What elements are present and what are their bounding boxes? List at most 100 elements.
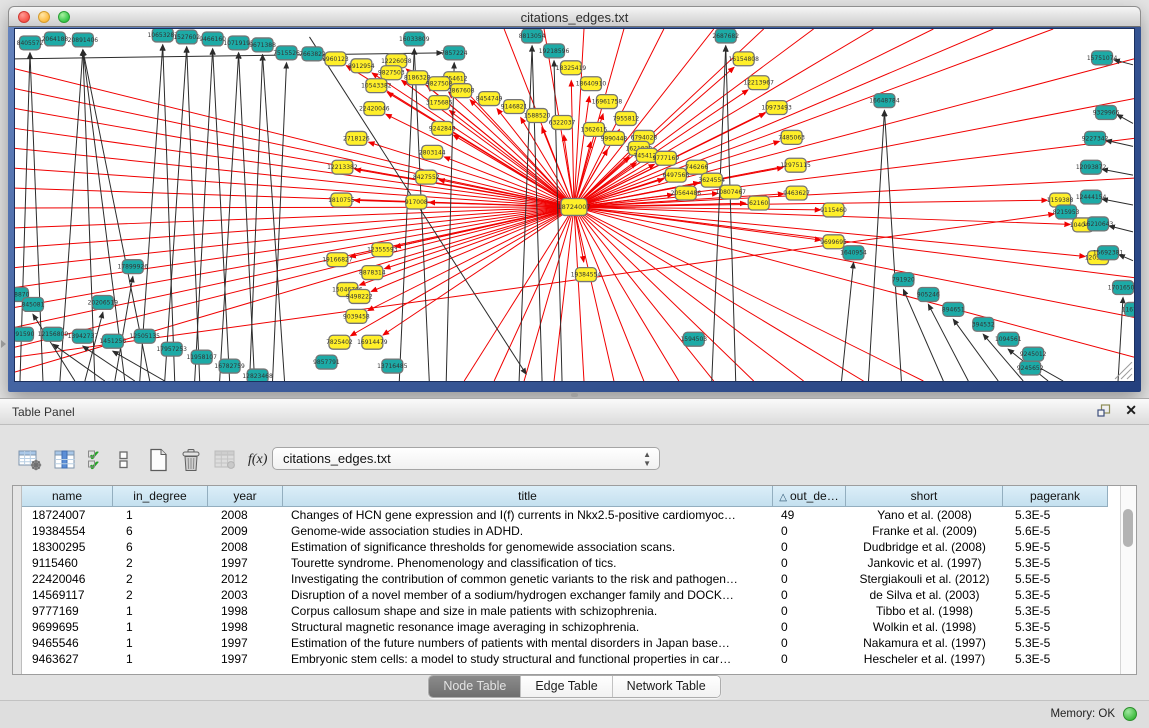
svg-text:7663822: 7663822 [299,51,326,58]
splitter-handle[interactable] [571,393,578,397]
cell-in_degree: 6 [113,523,208,539]
function-builder-icon[interactable]: f(x) [248,447,267,473]
dropdown-arrows-icon: ▲▼ [643,450,651,468]
svg-text:12213967: 12213967 [743,80,774,87]
cell-short: Yano et al. (2008) [846,507,1003,523]
svg-text:1810755: 1810755 [328,197,355,204]
cell-title: Structural magnetic resonance image aver… [283,619,773,635]
svg-text:15751074: 15751074 [1087,55,1118,62]
svg-text:1167533: 1167533 [1122,306,1134,313]
status-bar: Memory: OK [0,700,1149,728]
svg-text:9699695: 9699695 [820,239,847,246]
cell-title: Investigating the contribution of common… [283,571,773,587]
node-table: namein_degreeyeartitle△out_de…shortpager… [12,485,1137,675]
svg-text:8427552: 8427552 [413,174,440,181]
svg-text:19218596: 19218596 [539,48,570,55]
column-header-pagerank[interactable]: pagerank [1003,486,1108,507]
svg-text:9039458: 9039458 [343,313,370,320]
table-row[interactable]: 1872400712008Changes of HCN gene express… [22,507,1108,523]
memory-status-indicator-icon[interactable] [1123,707,1137,721]
svg-text:10543382: 10543382 [361,83,392,90]
svg-text:17957253: 17957253 [156,346,187,353]
table-selector-dropdown[interactable]: citations_edges.txt ▲▼ [272,447,660,470]
table-row[interactable]: 946362711997Embryonic stem cells: a mode… [22,651,1108,667]
canvas-resize-grip [1127,374,1132,379]
table-body: 1872400712008Changes of HCN gene express… [22,507,1108,667]
tab-network-table[interactable]: Network Table [613,676,720,697]
svg-text:3624554: 3624554 [698,177,725,184]
svg-text:2803144: 2803144 [419,149,446,156]
cell-out_de: 0 [773,635,846,651]
window-title: citations_edges.txt [9,10,1140,25]
cell-name: 18724007 [22,507,113,523]
cell-short: Tibbo et al. (1998) [846,603,1003,619]
network-graph-canvas[interactable]: 9960123891295412226058982750381863281754… [14,28,1135,382]
table-row[interactable]: 969969511998Structural magnetic resonanc… [22,619,1108,635]
cell-out_de: 0 [773,571,846,587]
svg-text:9245012: 9245012 [1020,351,1047,358]
table-header-row: namein_degreeyeartitle△out_de…shortpager… [22,486,1108,507]
svg-text:12093872: 12093872 [1076,164,1107,171]
cell-name: 9699695 [22,619,113,635]
table-row[interactable]: 1938455462009Genome-wide association stu… [22,523,1108,539]
cell-year: 1998 [208,619,283,635]
column-header-year[interactable]: year [208,486,283,507]
cell-year: 2012 [208,571,283,587]
column-header-in_degree[interactable]: in_degree [113,486,208,507]
cell-pagerank: 5.6E-5 [1003,523,1108,539]
table-row[interactable]: 911546021997Tourette syndrome. Phenomeno… [22,555,1108,571]
cell-out_de: 0 [773,587,846,603]
svg-text:12355593: 12355593 [367,247,398,254]
table-row[interactable]: 1456911722003Disruption of a novel membe… [22,587,1108,603]
svg-text:17016504: 17016504 [1108,285,1134,292]
cell-pagerank: 5.9E-5 [1003,539,1108,555]
svg-text:17899926: 17899926 [118,264,149,271]
select-columns-icon[interactable] [54,447,76,473]
row-height-icon[interactable] [118,447,130,473]
cell-name: 14569117 [22,587,113,603]
svg-text:12156809: 12156809 [38,331,69,338]
match-rows-icon[interactable]: ✔ ✔ [88,447,106,473]
scrollbar-thumb[interactable] [1123,509,1133,547]
svg-text:20206519: 20206519 [88,299,119,306]
cell-title: Disruption of a novel member of a sodium… [283,587,773,603]
svg-text:10973493: 10973493 [761,105,792,112]
window-titlebar[interactable]: citations_edges.txt [8,6,1141,27]
cell-year: 1997 [208,651,283,667]
svg-text:16782759: 16782759 [214,363,245,370]
cell-short: Dudbridge et al. (2008) [846,539,1003,555]
close-icon[interactable]: ✕ [1125,402,1137,419]
table-settings-icon[interactable] [18,447,42,473]
cell-short: Franke et al. (2009) [846,523,1003,539]
svg-text:20564486: 20564486 [671,190,702,197]
new-table-icon[interactable] [148,447,168,473]
tab-edge-table[interactable]: Edge Table [521,676,612,697]
table-row[interactable]: 946554611997Estimation of the future num… [22,635,1108,651]
column-header-out_de[interactable]: △out_de… [773,486,846,507]
column-header-short[interactable]: short [846,486,1003,507]
svg-text:746266: 746266 [685,164,708,171]
cell-year: 1997 [208,635,283,651]
svg-text:8405572: 8405572 [17,40,44,47]
table-row[interactable]: 977716911998Corpus callosum shape and si… [22,603,1108,619]
svg-text:16210643: 16210643 [1083,221,1114,228]
delete-table-icon[interactable] [180,447,202,473]
cell-pagerank: 5.3E-5 [1003,603,1108,619]
svg-text:7955812: 7955812 [613,115,640,122]
float-window-icon[interactable] [1097,404,1111,422]
svg-text:917008: 917008 [405,199,428,206]
cell-out_de: 49 [773,507,846,523]
delete-columns-icon[interactable] [214,447,236,473]
column-header-name[interactable]: name [22,486,113,507]
collapsed-panel-arrow-icon[interactable] [1,340,6,348]
tab-node-table[interactable]: Node Table [429,676,521,697]
table-panel: Table Panel ✕ [0,398,1149,701]
table-row-gutter [13,486,22,674]
column-header-title[interactable]: title [283,486,773,507]
table-row[interactable]: 2242004622012Investigating the contribut… [22,571,1108,587]
table-row[interactable]: 1830029562008Estimation of significance … [22,539,1108,555]
svg-text:13942737: 13942737 [68,333,99,340]
table-vertical-scrollbar[interactable] [1120,486,1136,674]
cell-title: Genome-wide association studies in ADHD. [283,523,773,539]
svg-text:12444154: 12444154 [1076,194,1107,201]
